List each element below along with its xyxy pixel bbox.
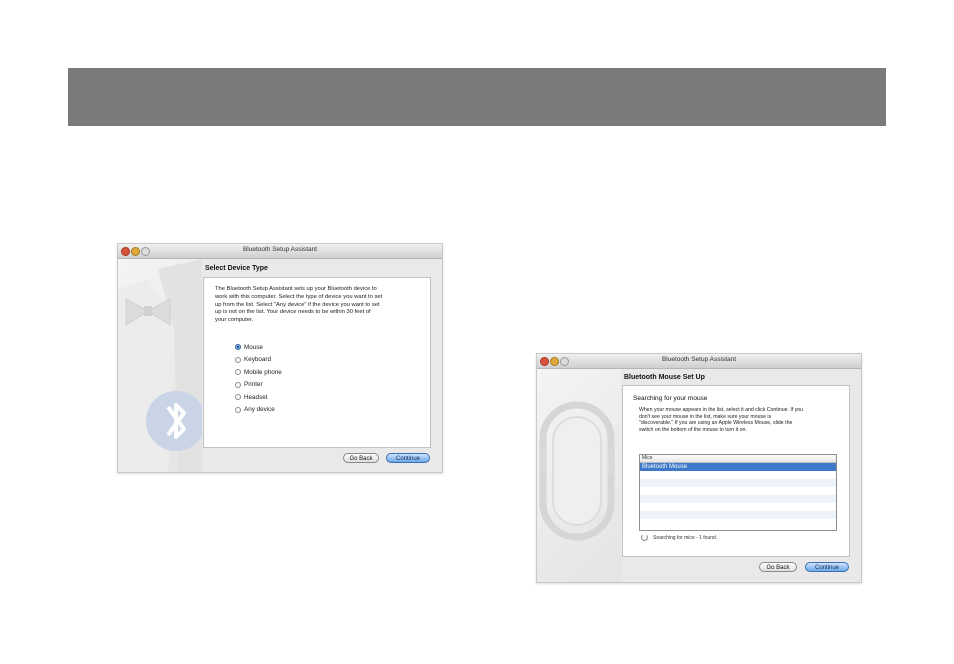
radio-printer[interactable]: Printer [235, 380, 263, 390]
radio-headset[interactable]: Headset [235, 392, 267, 402]
radio-label: Mouse [244, 343, 263, 351]
description-line: "discoverable." If you are using an Appl… [639, 420, 793, 427]
window-title: Bluetooth Setup Assistant [242, 246, 318, 253]
radio-button[interactable] [235, 369, 241, 375]
radio-button[interactable] [235, 394, 241, 400]
go-back-button[interactable]: Go Back [759, 562, 797, 572]
search-status: Searching for mice - 1 found. [641, 534, 717, 541]
continue-button[interactable]: Continue [386, 453, 430, 463]
window-titlebar: Bluetooth Setup Assistant [118, 244, 442, 259]
continue-button[interactable]: Continue [805, 562, 849, 572]
setup-window-device-type: Bluetooth Setup Assistant Select Device … [117, 243, 443, 473]
description-text: The Bluetooth Setup Assistant sets up yo… [215, 286, 427, 325]
description-line: switch on the bottom of the mouse to tur… [639, 426, 747, 433]
description-line: The Bluetooth Setup Assistant sets up yo… [215, 286, 377, 292]
mouse-icon [539, 401, 615, 541]
setup-window-mouse: Bluetooth Setup Assistant Bluetooth Mous… [536, 353, 862, 583]
radio-mobile-phone[interactable]: Mobile phone [235, 367, 282, 377]
sidebar-artwork [118, 259, 206, 472]
list-row-empty [640, 487, 836, 495]
list-row-empty [640, 511, 836, 519]
spinner-icon [641, 534, 648, 541]
radio-keyboard[interactable]: Keyboard [235, 355, 271, 365]
description-line: up from the list. Select "Any device" if… [215, 301, 380, 308]
section-title: Bluetooth Mouse Set Up [624, 374, 705, 381]
radio-any-device[interactable]: Any device [235, 405, 275, 415]
description-line: work with this computer. Select the type… [215, 293, 383, 300]
radio-label: Keyboard [244, 356, 271, 363]
list-row-empty [640, 471, 836, 479]
tuxedo-illustration [118, 259, 206, 472]
radio-label: Headset [244, 393, 268, 401]
list-row-empty [640, 503, 836, 511]
list-header-mice[interactable]: Mice [640, 455, 836, 463]
radio-button[interactable] [235, 406, 241, 413]
description-line: up is not on the list. Your device needs… [215, 309, 371, 316]
go-back-button[interactable]: Go Back [343, 453, 379, 463]
description-line: your computer. [215, 317, 254, 324]
radio-mouse[interactable]: Mouse [235, 342, 263, 352]
radio-button[interactable] [235, 356, 241, 363]
content-panel: Searching for your mouse When your mouse… [622, 385, 850, 557]
content-panel: The Bluetooth Setup Assistant sets up yo… [203, 277, 431, 448]
radio-button-selected[interactable] [235, 344, 241, 350]
description-text: When your mouse appears in the list, sel… [639, 407, 847, 433]
searching-heading: Searching for your mouse [633, 395, 708, 402]
description-line: When your mouse appears in the list, sel… [639, 407, 804, 413]
list-item[interactable]: Bluetooth Mouse [640, 463, 836, 471]
radio-label: Mobile phone [244, 368, 282, 376]
status-text: Searching for mice - 1 found. [653, 534, 718, 541]
radio-button[interactable] [235, 381, 241, 388]
mice-list[interactable]: Mice Bluetooth Mouse [639, 454, 837, 531]
device-type-options: Mouse Keyboard Mobile phone Printer Head… [235, 342, 355, 422]
list-row-empty [640, 479, 836, 487]
radio-label: Any device [244, 406, 275, 413]
window-titlebar: Bluetooth Setup Assistant [537, 354, 861, 369]
section-title: Select Device Type [205, 265, 268, 272]
list-row-empty [640, 495, 836, 503]
radio-label: Printer [244, 381, 263, 388]
window-title: Bluetooth Setup Assistant [661, 356, 737, 363]
description-line: don't see your mouse in the list, make s… [639, 413, 772, 420]
sidebar-artwork [537, 369, 621, 582]
header-banner [68, 68, 886, 126]
